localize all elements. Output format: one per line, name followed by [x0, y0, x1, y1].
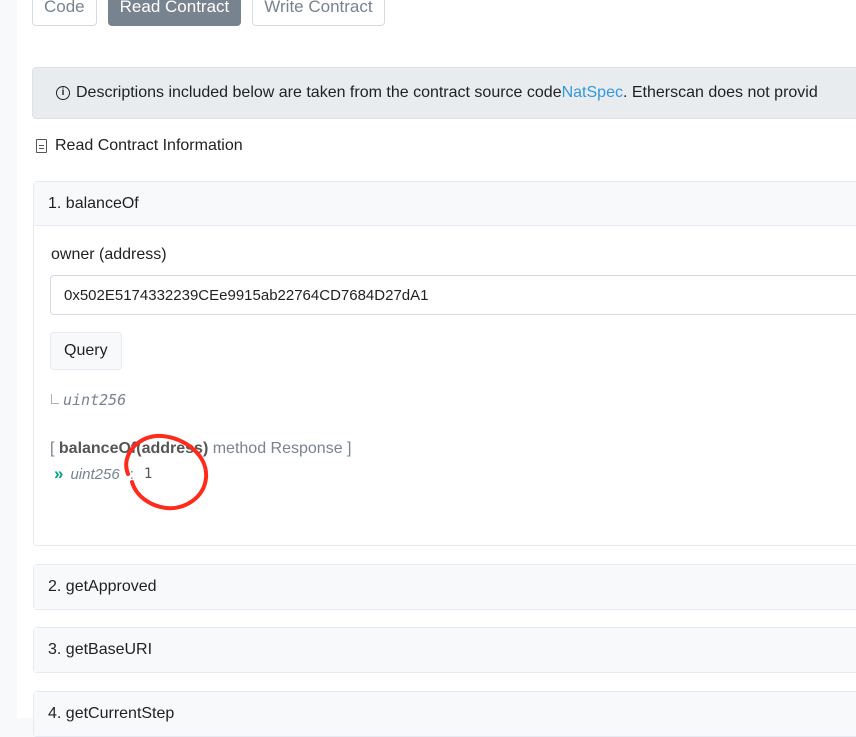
method-header-getcurrentstep[interactable]: 4. getCurrentStep [34, 692, 856, 736]
result-separator: : [129, 465, 134, 483]
response-open: [ [50, 440, 59, 457]
tab-read-contract[interactable]: Read Contract [107, 0, 242, 26]
param-label-owner: owner (address) [51, 246, 167, 263]
result-type: uint256 [70, 465, 120, 483]
notice-text-before: Descriptions included below are taken fr… [76, 84, 562, 101]
notice-text-after: . Etherscan does not provid [622, 84, 818, 101]
left-gutter [0, 0, 18, 718]
natspec-link[interactable]: NatSpec [562, 84, 623, 102]
contract-card: Code Read Contract Write Contract i Desc… [17, 0, 856, 737]
method-balanceof: 1. balanceOf owner (address) Query uint2… [33, 181, 856, 546]
return-corner-icon [51, 394, 59, 404]
section-title-text: Read Contract Information [55, 137, 243, 154]
info-icon: i [56, 86, 70, 100]
double-chevron-right-icon: » [54, 464, 64, 483]
contract-tabs: Code Read Contract Write Contract [32, 0, 385, 26]
method-getapproved: 2. getApproved [33, 564, 856, 610]
method-response-line: [ balanceOf(address) method Response ] [50, 440, 351, 458]
method-getcurrentstep: 4. getCurrentStep [33, 691, 856, 737]
method-body-balanceof: owner (address) Query uint256 [ balanceO… [34, 226, 856, 544]
query-button[interactable]: Query [50, 332, 122, 370]
result-line: » uint256 : 1 [54, 464, 152, 484]
result-value: 1 [143, 466, 153, 482]
return-type: uint256 [51, 391, 126, 409]
natspec-notice: i Descriptions included below are taken … [32, 67, 856, 119]
owner-address-input[interactable] [50, 275, 856, 315]
response-rest: method Response ] [208, 440, 352, 457]
document-icon [36, 139, 47, 153]
return-type-label: uint256 [63, 391, 127, 409]
method-header-getbaseuri[interactable]: 3. getBaseURI [34, 628, 856, 672]
method-header-balanceof[interactable]: 1. balanceOf [34, 182, 856, 226]
response-method-name: balanceOf(address) [58, 440, 209, 457]
section-title: Read Contract Information [36, 137, 243, 155]
tab-code[interactable]: Code [32, 0, 97, 26]
method-header-getapproved[interactable]: 2. getApproved [34, 565, 856, 609]
tab-write-contract[interactable]: Write Contract [252, 0, 385, 26]
method-getbaseuri: 3. getBaseURI [33, 627, 856, 673]
